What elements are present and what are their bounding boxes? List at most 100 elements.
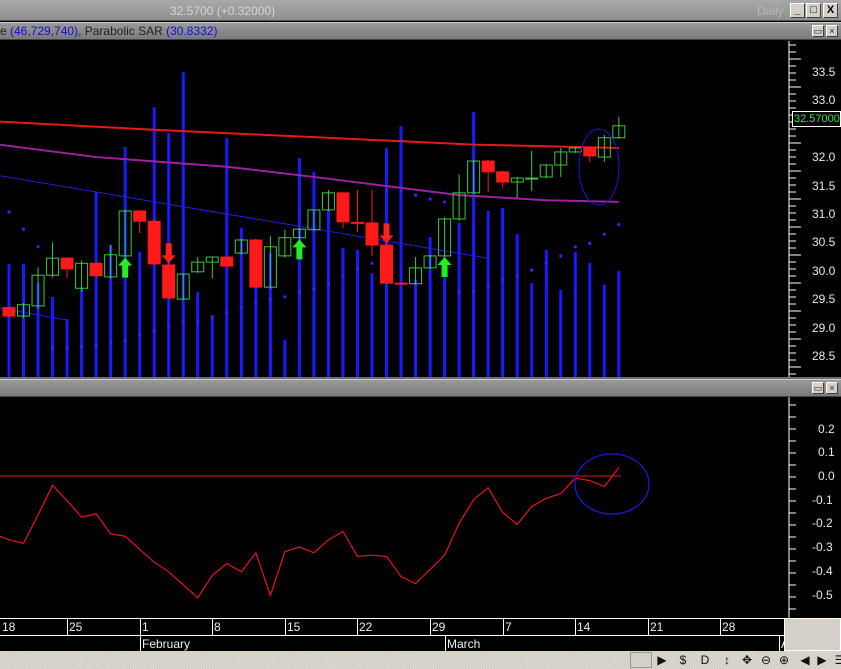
scroll-box[interactable] bbox=[630, 652, 652, 668]
candle bbox=[176, 272, 190, 301]
candle-body bbox=[496, 171, 510, 183]
candle bbox=[481, 159, 495, 193]
volume-bar bbox=[297, 158, 301, 377]
price-tick-label: 29.0 bbox=[812, 320, 836, 335]
sar-dot bbox=[399, 189, 403, 193]
candle-body bbox=[2, 307, 16, 317]
d-icon[interactable]: D bbox=[697, 652, 713, 668]
month-label: March bbox=[447, 637, 481, 651]
candle-body bbox=[162, 264, 176, 299]
volume-bar bbox=[341, 247, 345, 377]
sar-dot bbox=[602, 232, 606, 236]
sar-dot bbox=[167, 324, 171, 328]
candle bbox=[510, 176, 524, 198]
zoom-out-icon[interactable]: ⊖ bbox=[758, 652, 774, 668]
date-tick-line bbox=[430, 619, 431, 635]
trendline bbox=[0, 175, 489, 259]
candle-body bbox=[525, 177, 539, 180]
sar-dot bbox=[384, 188, 389, 192]
candle bbox=[539, 163, 553, 179]
date-tick-label: 18 bbox=[2, 620, 16, 634]
candle bbox=[380, 243, 394, 285]
osc-tick-label: -0.5 bbox=[812, 587, 833, 602]
date-tick-line bbox=[140, 636, 141, 652]
buy-arrow-icon bbox=[292, 239, 307, 260]
date-tick-label: 22 bbox=[359, 620, 373, 634]
candle bbox=[568, 146, 582, 154]
sar-dot bbox=[588, 241, 592, 245]
play-icon[interactable]: ▶ bbox=[654, 652, 670, 668]
candle bbox=[554, 147, 568, 177]
sar-dot bbox=[123, 339, 127, 343]
candle bbox=[249, 238, 263, 289]
date-tick-label: 29 bbox=[432, 620, 446, 634]
candle bbox=[583, 146, 597, 163]
chart-canvas[interactable] bbox=[0, 0, 841, 669]
volume-bar bbox=[181, 72, 185, 378]
candle bbox=[452, 174, 466, 221]
date-tick-line bbox=[575, 619, 576, 635]
candle bbox=[31, 267, 45, 309]
move-icon[interactable]: ✥ bbox=[739, 652, 755, 668]
zoom-in-icon[interactable]: ⊕ bbox=[776, 652, 792, 668]
volume-bar bbox=[138, 252, 142, 377]
candle bbox=[147, 219, 161, 265]
scroll-left-icon[interactable]: ◀ bbox=[797, 652, 813, 668]
sar-dot bbox=[515, 274, 519, 278]
volume-bar bbox=[399, 126, 403, 377]
candle bbox=[133, 209, 147, 234]
date-tick-label: 25 bbox=[69, 620, 83, 634]
volume-bar bbox=[283, 340, 287, 377]
volume-bar bbox=[588, 262, 592, 377]
date-tick-line bbox=[140, 619, 141, 635]
date-tick-label: 15 bbox=[287, 620, 301, 634]
sar-dot bbox=[94, 343, 98, 347]
price-tick-label: 28.5 bbox=[812, 349, 836, 363]
sar-dot bbox=[457, 290, 461, 294]
sar-dot bbox=[50, 346, 55, 350]
buy-arrow-icon bbox=[118, 257, 133, 278]
sar-dot bbox=[283, 295, 287, 299]
candle bbox=[365, 190, 379, 256]
sar-dot bbox=[297, 290, 301, 294]
candle bbox=[525, 150, 539, 192]
date-tick-line bbox=[285, 619, 286, 635]
candle bbox=[205, 256, 219, 279]
volume-bar bbox=[7, 264, 11, 377]
sar-dot bbox=[210, 315, 214, 319]
volume-bar bbox=[530, 283, 534, 377]
vertical-resize-icon[interactable]: ↕ bbox=[719, 652, 735, 668]
price-tick-label: 29.5 bbox=[812, 292, 836, 307]
volume-bar bbox=[486, 210, 490, 377]
sar-dot bbox=[138, 333, 142, 337]
sar-dot bbox=[109, 341, 113, 345]
candle bbox=[162, 263, 176, 300]
candle bbox=[263, 236, 277, 289]
candle-body bbox=[583, 147, 597, 157]
date-tick-label: 7 bbox=[505, 620, 512, 634]
dollar-icon[interactable]: $ bbox=[675, 652, 691, 668]
sar-dot bbox=[312, 287, 316, 291]
candle bbox=[75, 260, 89, 292]
date-tick-label: 14 bbox=[577, 620, 591, 634]
corner-box bbox=[784, 618, 841, 651]
list-icon[interactable]: ☰ bbox=[832, 652, 841, 668]
candle-body bbox=[220, 256, 234, 267]
date-tick-line bbox=[503, 619, 504, 635]
price-tick-label: 30.0 bbox=[812, 263, 836, 278]
scroll-right-icon[interactable]: ▶ bbox=[814, 652, 830, 668]
volume-bar bbox=[559, 289, 563, 377]
date-tick-line bbox=[445, 636, 446, 652]
sar-dot bbox=[80, 345, 84, 349]
candle bbox=[17, 303, 31, 319]
annotation-ellipse bbox=[574, 453, 650, 515]
candle-body bbox=[394, 282, 408, 285]
candle bbox=[409, 257, 423, 285]
sar-dot bbox=[254, 301, 258, 305]
volume-bar bbox=[326, 210, 330, 377]
sar-dot bbox=[559, 254, 563, 258]
candle-body bbox=[147, 220, 161, 265]
candle-body bbox=[249, 239, 263, 288]
sar-dot bbox=[617, 223, 621, 227]
candle-body bbox=[60, 257, 74, 270]
